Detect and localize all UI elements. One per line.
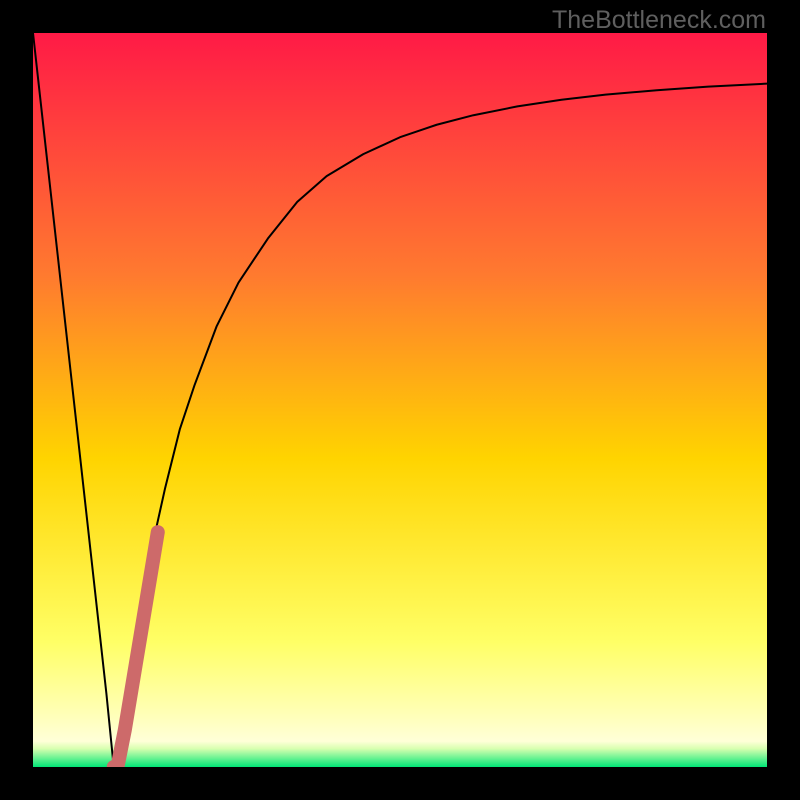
attribution-text: TheBottleneck.com [552, 6, 766, 35]
plot-area [33, 33, 767, 767]
chart-svg [33, 33, 767, 767]
chart-frame: TheBottleneck.com [0, 0, 800, 800]
